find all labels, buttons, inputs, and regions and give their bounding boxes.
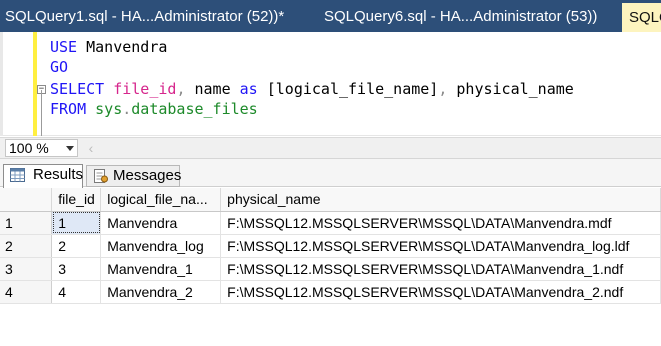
code-token: USE: [50, 38, 87, 56]
row-number[interactable]: 2: [0, 234, 53, 258]
zoom-value: 100 %: [9, 140, 49, 156]
code-line-4: FROM sys.database_files: [50, 99, 258, 119]
result-tabs: Results Messages: [0, 158, 661, 188]
cell-file-id[interactable]: 2: [51, 234, 102, 258]
cell-file-id[interactable]: 3: [51, 257, 102, 281]
code-token: file_id: [113, 80, 177, 98]
tab-messages-label: Messages: [113, 167, 182, 184]
code-token: ,: [176, 80, 195, 98]
code-token: as: [239, 80, 267, 98]
code-token: FROM: [50, 100, 96, 118]
cell-file-id[interactable]: 1: [51, 211, 102, 235]
row-number[interactable]: 4: [0, 280, 53, 304]
results-table: file_id logical_file_na... physical_name…: [0, 188, 661, 304]
row-header-corner[interactable]: [0, 188, 53, 212]
results-grid: file_id logical_file_na... physical_name…: [0, 188, 661, 346]
document-tab-strip: SQLQuery1.sql - HA...Administrator (52))…: [0, 0, 661, 32]
table-row: 1 1 Manvendra F:\MSSQL12.MSSQLSERVER\MSS…: [0, 211, 661, 235]
tab-sqlquery1[interactable]: SQLQuery1.sql - HA...Administrator (52))…: [0, 2, 318, 32]
zoom-bar: 100 % ‹: [0, 137, 661, 158]
column-header-physical-name[interactable]: physical_name: [220, 188, 661, 212]
code-token: SELECT: [50, 80, 114, 98]
cell-file-id[interactable]: 4: [51, 280, 102, 304]
code-line-2: GO: [50, 57, 68, 77]
cell-logical-file-name[interactable]: Manvendra: [100, 211, 222, 235]
row-number[interactable]: 1: [0, 211, 53, 235]
tab-messages[interactable]: Messages: [86, 165, 182, 187]
query-editor[interactable]: − USE Manvendra GO SELECT file_id, name …: [0, 32, 661, 136]
table-row: 3 3 Manvendra_1 F:\MSSQL12.MSSQLSERVER\M…: [0, 257, 661, 281]
cell-physical-name[interactable]: F:\MSSQL12.MSSQLSERVER\MSSQL\DATA\Manven…: [220, 280, 661, 304]
row-number[interactable]: 3: [0, 257, 53, 281]
code-token: database_files: [131, 100, 258, 118]
table-row: 4 4 Manvendra_2 F:\MSSQL12.MSSQLSERVER\M…: [0, 280, 661, 304]
tab-results-label: Results: [33, 166, 84, 183]
cell-physical-name[interactable]: F:\MSSQL12.MSSQLSERVER\MSSQL\DATA\Manven…: [220, 234, 661, 258]
cell-logical-file-name[interactable]: Manvendra_1: [100, 257, 222, 281]
table-row: 2 2 Manvendra_log F:\MSSQL12.MSSQLSERVER…: [0, 234, 661, 258]
code-token: Manvendra: [86, 38, 168, 56]
column-header-file-id[interactable]: file_id: [51, 188, 102, 212]
tab-active-query[interactable]: SQLQ: [622, 3, 661, 32]
chevron-down-icon[interactable]: [66, 146, 74, 151]
cell-logical-file-name[interactable]: Manvendra_log: [100, 234, 222, 258]
scroll-left-icon[interactable]: ‹: [84, 141, 98, 155]
cell-physical-name[interactable]: F:\MSSQL12.MSSQLSERVER\MSSQL\DATA\Manven…: [220, 257, 661, 281]
code-token: [logical_file_name]: [266, 80, 439, 98]
outline-guide: [41, 90, 42, 136]
code-token: ,: [438, 80, 457, 98]
code-token: name: [194, 80, 240, 98]
code-token: GO: [50, 58, 69, 76]
tab-sqlquery6[interactable]: SQLQuery6.sql - HA...Administrator (53)): [318, 2, 622, 32]
zoom-select[interactable]: 100 %: [5, 139, 78, 157]
code-line-3: SELECT file_id, name as [logical_file_na…: [50, 79, 574, 99]
editor-gutter: [0, 32, 3, 136]
grid-icon: [10, 168, 25, 182]
column-header-logical-file-name[interactable]: logical_file_na...: [100, 188, 222, 212]
code-line-1: USE Manvendra: [50, 37, 167, 57]
code-token: physical_name: [456, 80, 574, 98]
cell-logical-file-name[interactable]: Manvendra_2: [100, 280, 222, 304]
messages-icon: [94, 169, 108, 183]
code-token: .: [122, 100, 132, 118]
change-tracking-bar: [33, 32, 37, 136]
header-row: file_id logical_file_na... physical_name: [0, 188, 661, 212]
code-token: sys: [95, 100, 123, 118]
cell-physical-name[interactable]: F:\MSSQL12.MSSQLSERVER\MSSQL\DATA\Manven…: [220, 211, 661, 235]
tab-results[interactable]: Results: [3, 164, 83, 188]
